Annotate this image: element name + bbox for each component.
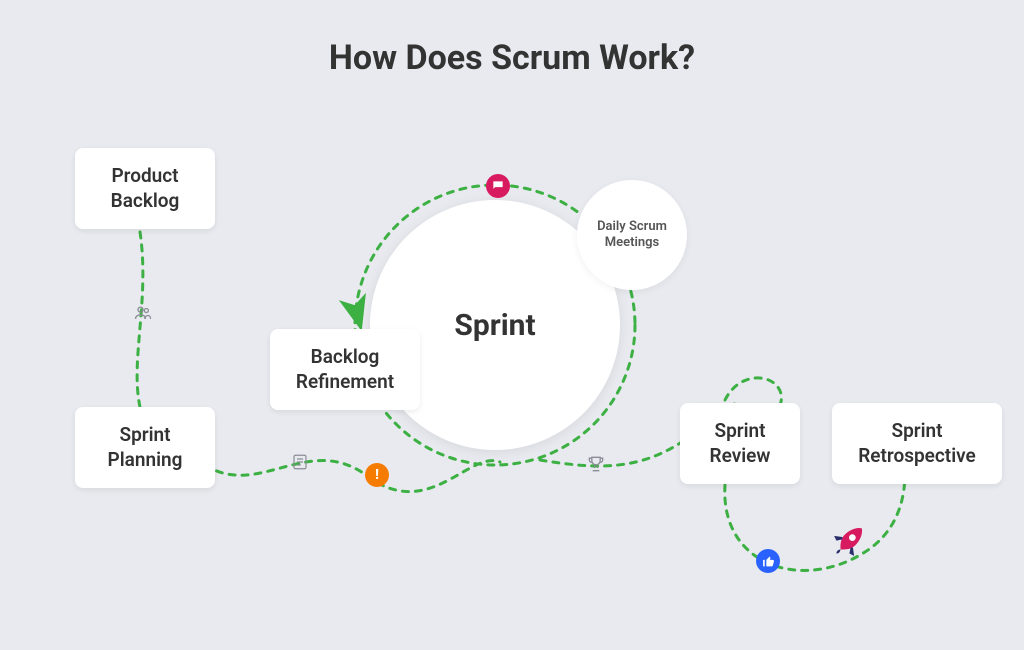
sprint-review-node: Sprint Review bbox=[680, 403, 800, 484]
sprint-review-label: Sprint Review bbox=[710, 419, 771, 467]
chat-icon bbox=[486, 174, 510, 198]
sprint-label: Sprint bbox=[454, 308, 535, 343]
trophy-icon bbox=[586, 454, 606, 478]
thumbs-up-icon bbox=[756, 549, 780, 573]
backlog-refinement-node: Backlog Refinement bbox=[270, 329, 420, 410]
product-backlog-node: Product Backlog bbox=[75, 148, 215, 229]
daily-scrum-label: Daily Scrum Meetings bbox=[597, 219, 667, 252]
exclamation-icon: ! bbox=[365, 463, 389, 487]
sprint-planning-node: Sprint Planning bbox=[75, 407, 215, 488]
sprint-retro-node: Sprint Retrospective bbox=[832, 403, 1002, 484]
users-icon bbox=[133, 303, 153, 327]
diagram-title: How Does Scrum Work? bbox=[0, 38, 1024, 78]
daily-scrum-node: Daily Scrum Meetings bbox=[577, 180, 687, 290]
checklist-icon bbox=[291, 452, 309, 476]
sprint-planning-label: Sprint Planning bbox=[108, 423, 183, 471]
sprint-retro-label: Sprint Retrospective bbox=[858, 419, 976, 467]
rocket-icon bbox=[830, 520, 870, 564]
product-backlog-label: Product Backlog bbox=[111, 164, 180, 212]
diagram-stage: How Does Scrum Work? Sprint Daily Scrum … bbox=[0, 0, 1024, 650]
backlog-refinement-label: Backlog Refinement bbox=[296, 345, 394, 393]
